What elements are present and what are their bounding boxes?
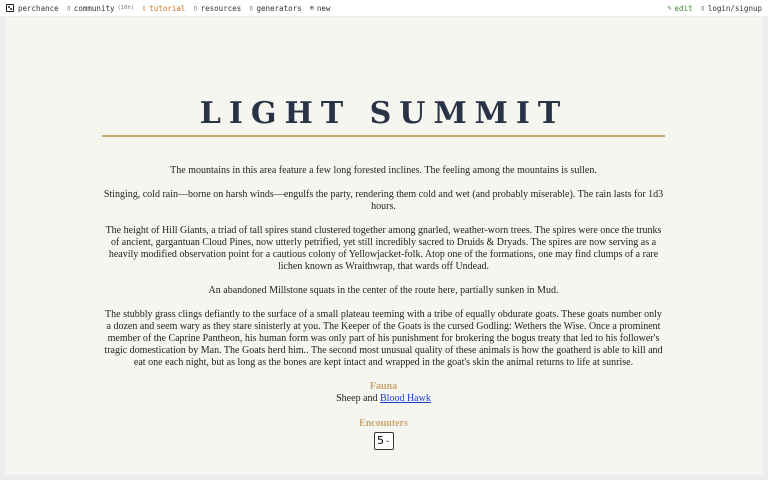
- plus-circle-icon: ⊕: [309, 4, 314, 12]
- nav-resources-label: resources: [200, 3, 242, 13]
- user-icon: ▯: [700, 4, 705, 12]
- nav-generators[interactable]: ▯ generators: [249, 4, 301, 13]
- fauna-link-blood-hawk[interactable]: Blood Hawk: [380, 393, 431, 404]
- paragraph-weather: Stinging, cold rain—borne on harsh winds…: [103, 189, 664, 212]
- nav-new-label: new: [316, 3, 331, 13]
- community-count: (10h): [117, 5, 135, 11]
- encounters-value: 5: [376, 434, 384, 447]
- nav-new[interactable]: ⊕ new: [310, 4, 331, 13]
- chat-icon: ▯: [66, 4, 71, 12]
- nav-left: perchance ▯ community (10h) ▯ tutorial ▯…: [6, 4, 338, 13]
- nav-login[interactable]: ▯ login/signup: [701, 4, 762, 13]
- dice-icon: [6, 4, 14, 12]
- nav-login-label: login/signup: [707, 3, 762, 13]
- nav-resources[interactable]: ▯ resources: [193, 4, 241, 13]
- content-body: The mountains in this area feature a few…: [102, 165, 665, 450]
- nav-perchance[interactable]: perchance: [6, 4, 59, 13]
- top-nav-bar: perchance ▯ community (10h) ▯ tutorial ▯…: [0, 0, 768, 16]
- nav-tutorial[interactable]: ▯ tutorial: [142, 4, 185, 13]
- fauna-heading: Fauna: [369, 381, 398, 392]
- link-icon: ▯: [193, 4, 198, 12]
- title-divider: [102, 135, 665, 137]
- paragraph-millstone: An abandoned Millstone squats in the cen…: [208, 285, 559, 296]
- chevron-down-icon: ⌄: [384, 437, 391, 444]
- nav-perchance-label: perchance: [18, 3, 59, 13]
- nav-edit-label: edit: [674, 3, 693, 13]
- nav-generators-label: generators: [256, 3, 302, 13]
- grid-icon: ▯: [249, 4, 254, 12]
- book-icon: ▯: [142, 4, 147, 12]
- paragraph-goats: The stubbly grass clings defiantly to th…: [104, 309, 663, 368]
- paragraph-terrain: The mountains in this area feature a few…: [170, 165, 597, 176]
- page-title: LIGHT SUMMIT: [199, 96, 569, 131]
- pencil-icon: ✎: [667, 4, 672, 12]
- nav-community-label: community: [73, 3, 115, 13]
- nav-right: ✎ edit ▯ login/signup: [667, 4, 762, 13]
- encounters-heading: Encounters: [359, 418, 408, 429]
- paragraph-spires: The height of Hill Giants, a triad of ta…: [105, 225, 662, 272]
- nav-tutorial-label: tutorial: [149, 3, 186, 13]
- encounters-select[interactable]: 5 ⌄: [373, 432, 394, 450]
- fauna-prefix: Sheep and: [336, 393, 381, 404]
- fauna-line: Sheep and Blood Hawk: [102, 393, 665, 405]
- nav-community[interactable]: ▯ community (10h): [67, 4, 134, 13]
- generator-output-page: LIGHT SUMMIT The mountains in this area …: [5, 17, 763, 475]
- encounters-select-wrap: 5 ⌄: [102, 432, 665, 450]
- nav-edit[interactable]: ✎ edit: [667, 4, 692, 13]
